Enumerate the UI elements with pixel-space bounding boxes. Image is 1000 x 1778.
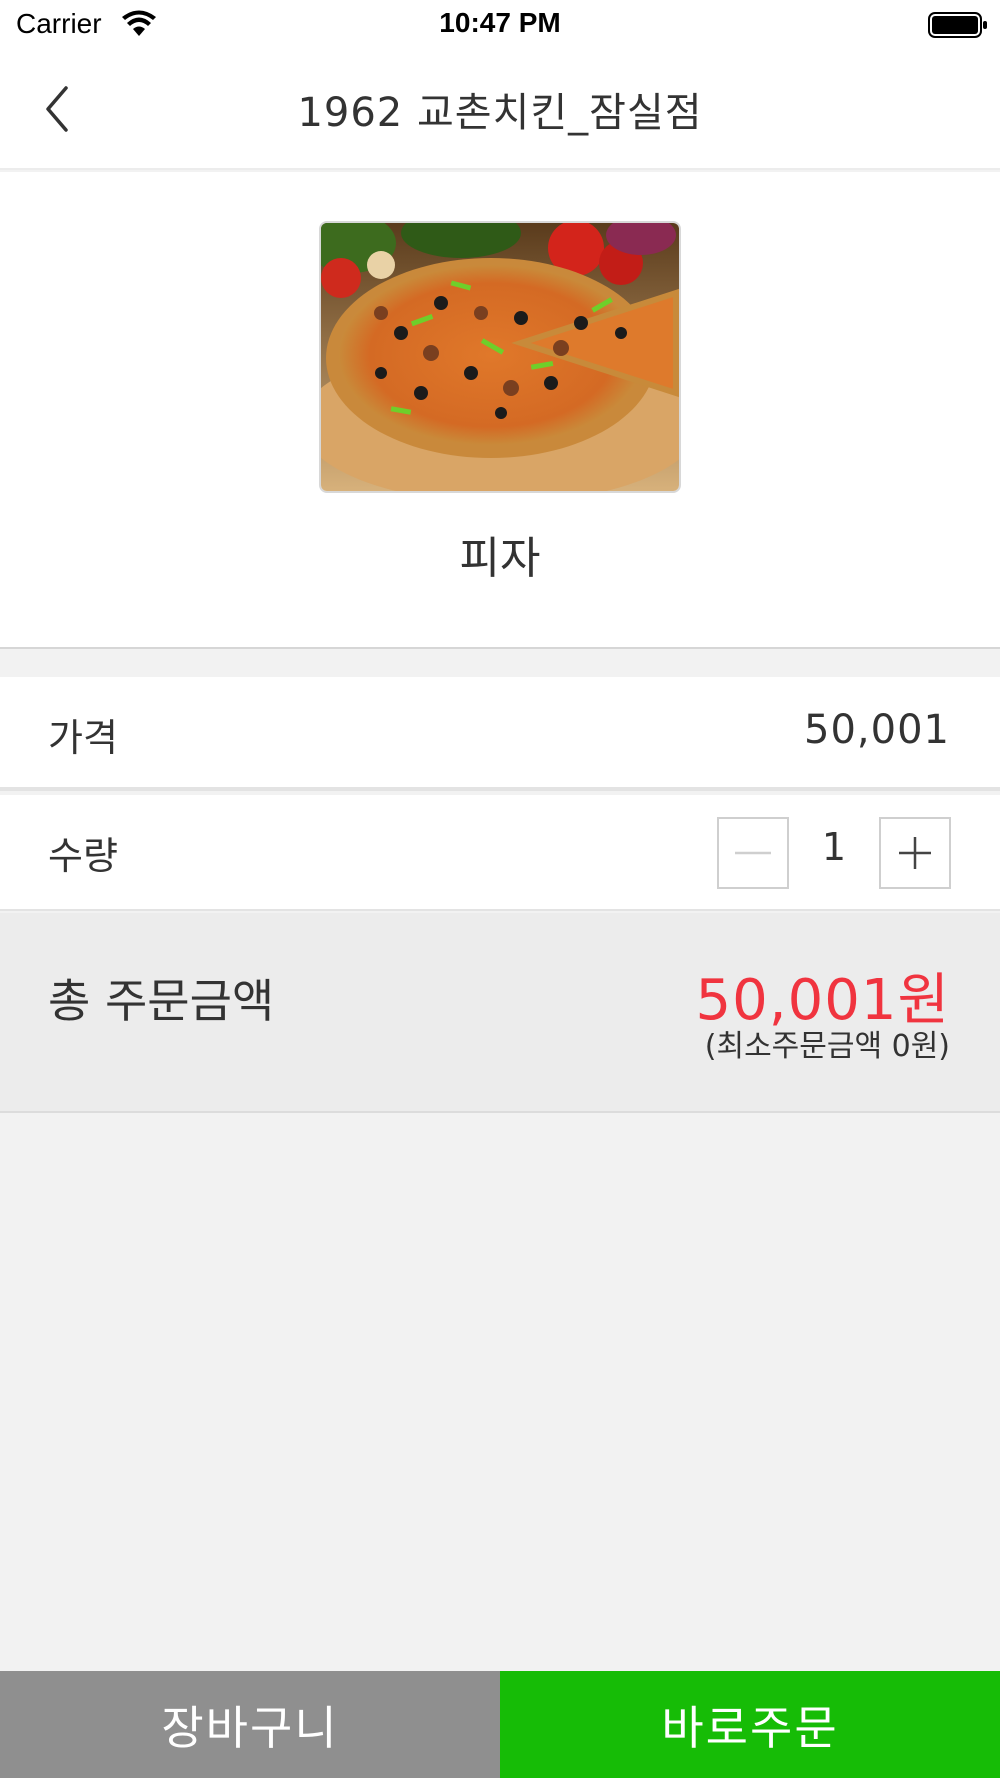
pizza-photo [321,223,679,491]
clock: 10:47 PM [439,7,561,38]
plus-icon [899,837,931,869]
minus-icon [735,851,771,855]
status-bar: Carrier 10:47 PM [0,0,1000,52]
add-to-cart-button[interactable]: 장바구니 [0,1671,500,1778]
quantity-label: 수량 [48,834,118,878]
product-section: 피자 [0,172,1000,649]
product-detail-screen: Carrier 10:47 PM 1962 교촌치킨_잠실점 피자 가격 50,… [0,0,1000,1778]
order-now-button[interactable]: 바로주문 [500,1671,1000,1778]
quantity-row: 수량 1 [0,795,1000,911]
price-value: 50,001 [804,707,950,753]
product-name: 피자 [459,533,541,584]
minimum-order-note: (최소주문금액 0원) [704,1029,950,1064]
battery-icon [928,12,987,38]
quantity-value: 1 [821,825,847,869]
price-row: 가격 50,001 [0,677,1000,791]
total-label: 총 주문금액 [48,974,275,1028]
price-label: 가격 [48,716,118,760]
increase-quantity-button[interactable] [879,817,951,889]
page-title: 1962 교촌치킨_잠실점 [297,90,703,136]
navigation-bar: 1962 교촌치킨_잠실점 [0,52,1000,170]
product-image [319,221,681,493]
decrease-quantity-button[interactable] [717,817,789,889]
total-section: 총 주문금액 50,001원 (최소주문금액 0원) [0,913,1000,1113]
